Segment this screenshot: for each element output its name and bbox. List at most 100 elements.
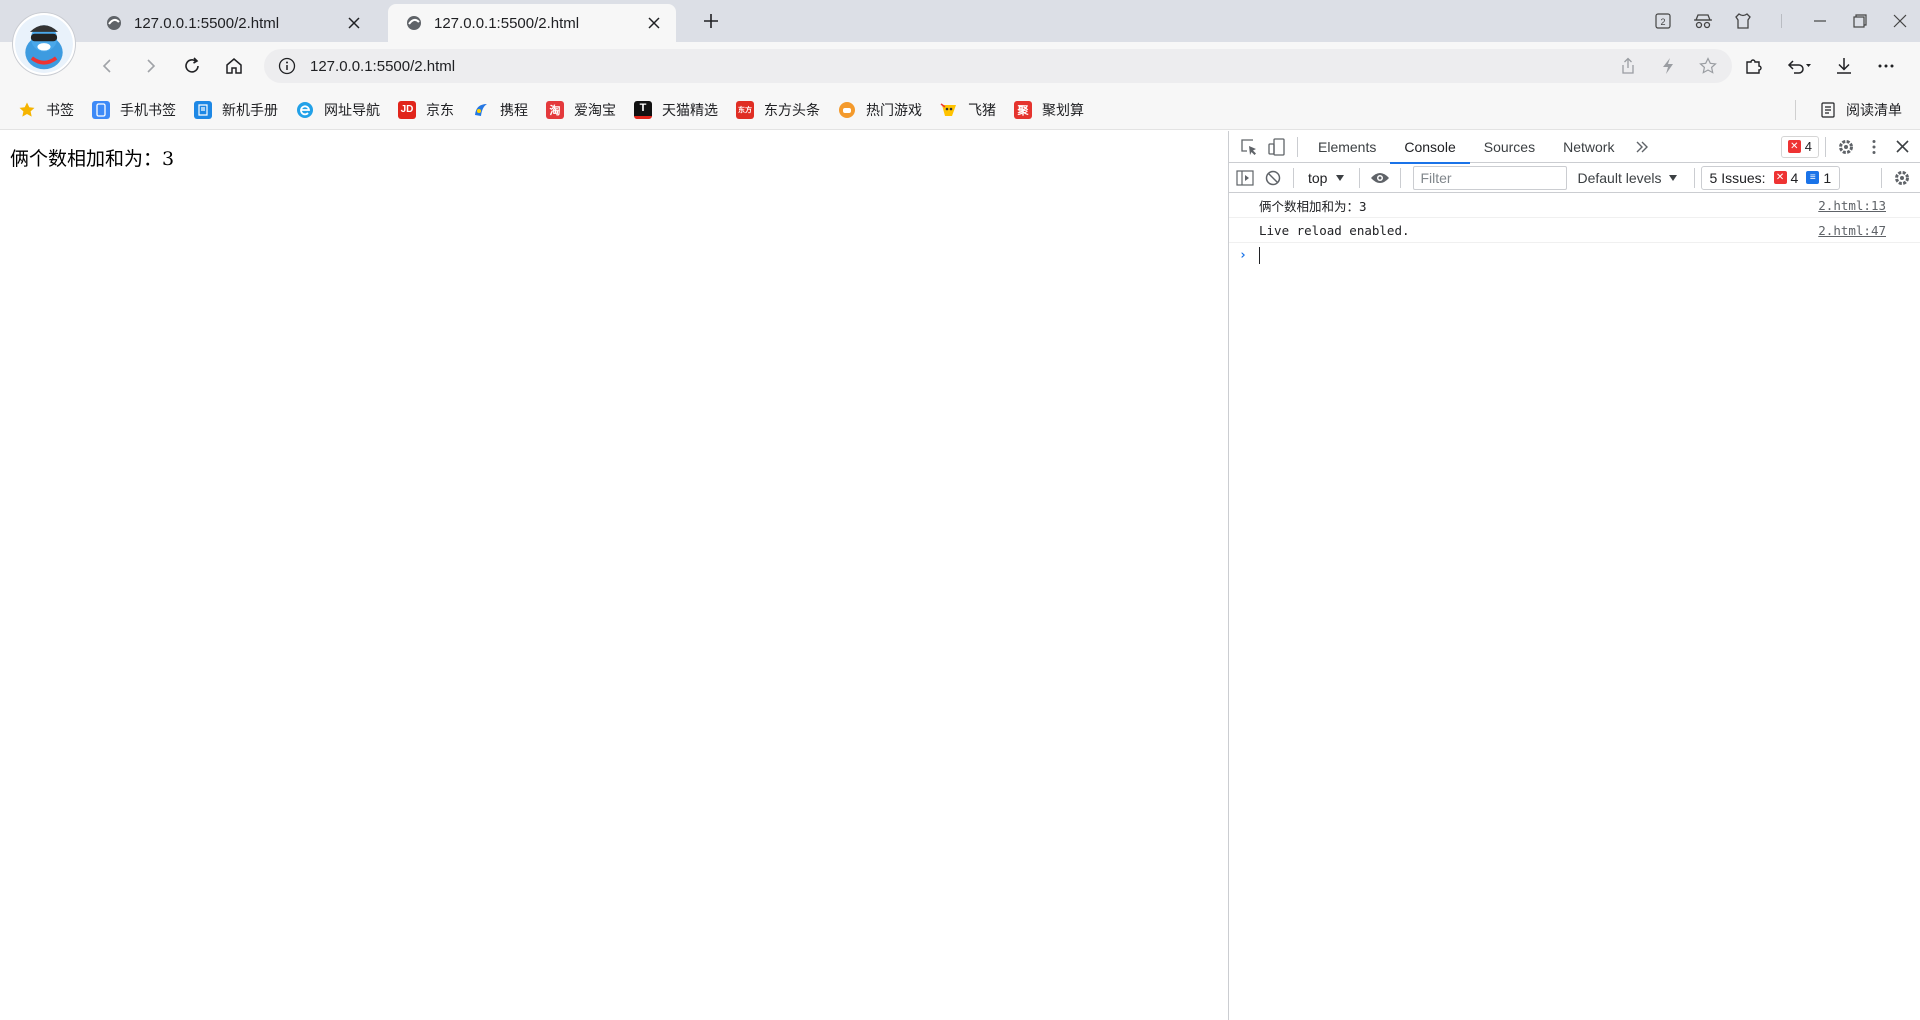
more-tabs-button[interactable]	[1628, 133, 1656, 161]
context-selector[interactable]: top	[1300, 166, 1353, 190]
sidebar-toggle-button[interactable]	[1231, 164, 1259, 192]
page-viewport: 俩个数相加和为：3	[0, 131, 1228, 1020]
console-message-text: Live reload enabled.	[1259, 222, 1410, 238]
share-icon	[1622, 57, 1634, 74]
bookmark-item[interactable]: 网址导航	[296, 96, 380, 124]
back-button[interactable]	[94, 52, 122, 80]
restore-button[interactable]	[1840, 0, 1880, 42]
close-icon[interactable]	[344, 13, 364, 33]
undo-button[interactable]	[1782, 52, 1816, 80]
devtools-panel: Elements Console Sources Network ✕ 4 top…	[1228, 131, 1920, 1020]
speed-button[interactable]	[1658, 56, 1678, 76]
browser-tab-active[interactable]: 127.0.0.1:5500/2.html	[388, 4, 676, 42]
bookmark-item[interactable]: 书签	[18, 96, 74, 124]
more-horizontal-icon	[1878, 64, 1894, 68]
info-icon[interactable]	[278, 57, 296, 75]
device-toolbar-button[interactable]	[1263, 133, 1291, 161]
bookmark-item[interactable]: 淘 爱淘宝	[546, 96, 616, 124]
url-text[interactable]: 127.0.0.1:5500/2.html	[310, 58, 1618, 75]
filter-input[interactable]	[1413, 165, 1568, 190]
bookmark-item[interactable]: 热门游戏	[838, 96, 922, 124]
phone-icon	[92, 100, 110, 119]
share-button[interactable]	[1618, 56, 1638, 76]
fliggy-icon	[940, 101, 958, 119]
context-label: top	[1308, 169, 1328, 186]
tab-elements[interactable]: Elements	[1304, 131, 1390, 163]
bookmark-item[interactable]: JD 京东	[398, 96, 454, 124]
incognito-button[interactable]	[1683, 0, 1723, 42]
bookmark-item[interactable]: 飞猪	[940, 96, 996, 124]
close-icon[interactable]	[644, 13, 664, 33]
tmall-icon: T	[634, 100, 652, 119]
tab-count-label: 2	[1660, 17, 1665, 27]
bookmark-item[interactable]: 携程	[472, 96, 528, 124]
separator	[1359, 167, 1361, 188]
bookmark-label: 携程	[500, 101, 528, 118]
separator	[1825, 136, 1826, 157]
shirt-icon	[1735, 13, 1751, 29]
log-levels-dropdown[interactable]: Default levels	[1567, 170, 1687, 186]
separator	[1781, 14, 1782, 28]
inspect-element-button[interactable]	[1235, 133, 1263, 161]
eye-icon	[1371, 172, 1390, 183]
error-icon: ✕	[1787, 140, 1801, 153]
close-icon	[1895, 140, 1909, 153]
bookmark-item[interactable]: 东方 东方头条	[736, 96, 820, 124]
devtools-menu-button[interactable]	[1860, 133, 1888, 161]
avatar-image	[15, 15, 73, 73]
games-icon	[838, 101, 856, 119]
extensions-tab-button[interactable]	[1723, 0, 1763, 42]
reload-button[interactable]	[178, 52, 206, 80]
block-icon	[1265, 170, 1281, 185]
live-expression-button[interactable]	[1366, 164, 1394, 192]
bookmark-item[interactable]: 聚 聚划算	[1014, 96, 1084, 124]
bookmark-label: 新机手册	[222, 101, 278, 118]
downloads-button[interactable]	[1830, 52, 1858, 80]
menu-button[interactable]	[1872, 52, 1900, 80]
settings-button[interactable]	[1832, 133, 1860, 161]
arrow-left-icon	[102, 59, 111, 73]
tab-console[interactable]: Console	[1390, 131, 1471, 164]
bookmark-item[interactable]: 手机书签	[92, 96, 176, 124]
console-prompt[interactable]: ›	[1229, 243, 1920, 267]
home-icon	[226, 58, 242, 74]
address-bar[interactable]: 127.0.0.1:5500/2.html	[264, 49, 1732, 83]
issues-info-count: 1	[1823, 169, 1832, 186]
minimize-icon	[1814, 20, 1826, 22]
console-message-source-link[interactable]: 2.html:47	[1818, 223, 1886, 238]
console-settings-button[interactable]	[1888, 164, 1916, 192]
favorite-button[interactable]	[1698, 56, 1718, 76]
issues-button[interactable]: 5 Issues: ✕ 4 ≡ 1	[1700, 165, 1841, 190]
sidebar-icon	[1236, 169, 1254, 186]
workspaces-button[interactable]: 2	[1643, 0, 1683, 42]
bookmarks-bar: 书签 手机书签 新机手册 网址导航 JD 京东 携程 淘 爱淘宝 T 天猫精选	[0, 90, 1920, 130]
undo-dropdown-icon	[1787, 60, 1811, 74]
clear-console-button[interactable]	[1259, 164, 1287, 192]
tab-title: 127.0.0.1:5500/2.html	[434, 14, 580, 32]
error-count-badge[interactable]: ✕ 4	[1780, 135, 1819, 158]
extensions-button[interactable]	[1740, 52, 1768, 80]
browser-tab[interactable]: 127.0.0.1:5500/2.html	[88, 4, 376, 42]
info-message-icon: ≡	[1806, 171, 1820, 184]
tab-sources[interactable]: Sources	[1470, 131, 1549, 163]
restore-icon	[1853, 14, 1867, 28]
bookmark-item[interactable]: 新机手册	[194, 96, 278, 124]
minimize-button[interactable]	[1800, 0, 1840, 42]
forward-button[interactable]	[136, 52, 164, 80]
bookmark-item[interactable]: T 天猫精选	[634, 96, 718, 124]
chevron-double-right-icon	[1636, 141, 1649, 152]
close-window-button[interactable]	[1880, 0, 1920, 42]
close-devtools-button[interactable]	[1888, 133, 1916, 161]
separator	[1297, 136, 1298, 157]
star-outline-icon	[1699, 57, 1717, 74]
console-message-source-link[interactable]: 2.html:13	[1818, 198, 1886, 213]
home-button[interactable]	[220, 52, 248, 80]
profile-avatar[interactable]	[13, 13, 75, 75]
dftt-icon: 东方	[736, 100, 754, 119]
reading-list-button[interactable]: 阅读清单	[1820, 96, 1902, 124]
bookmark-label: 天猫精选	[662, 101, 718, 118]
new-tab-button[interactable]	[700, 10, 722, 32]
tab-network[interactable]: Network	[1549, 131, 1628, 163]
bookmark-label: 网址导航	[324, 101, 380, 118]
separator	[1293, 167, 1294, 188]
